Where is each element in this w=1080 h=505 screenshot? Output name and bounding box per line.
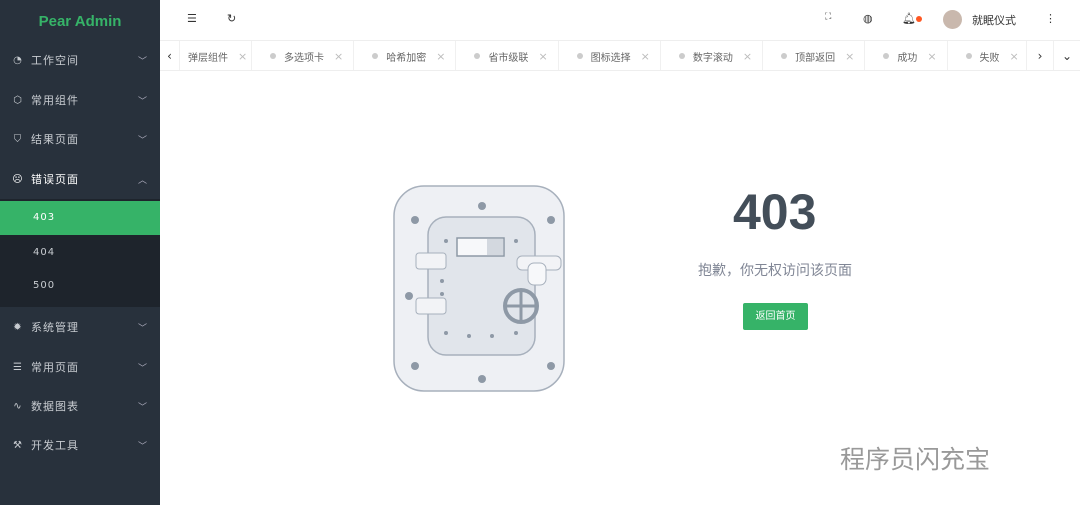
- tab[interactable]: 顶部返回 ×: [763, 41, 866, 70]
- sidebar: Pear Admin ◔ 工作空间 ﹀ ⬡ 常用组件 ﹀ ⛉ 结果页面 ﹀ ☹ 错误页面 ︿ 4…: [0, 0, 160, 505]
- sidebar-item-charts[interactable]: ∿ 数据图表 ﹀: [0, 386, 160, 426]
- tab-dot: [372, 53, 379, 59]
- header: ☰ ↻ ⛶ ◍ 🔔︎ 就眠仪式 ⋮: [160, 0, 1080, 40]
- pulse-icon: ∿: [13, 400, 23, 412]
- sidebar-item-pages[interactable]: ☰ 常用页面 ﹀: [0, 347, 160, 387]
- tools-icon: ⚒: [13, 439, 23, 451]
- sidebar-item-label: 常用组件: [31, 94, 79, 107]
- chevron-down-icon: ﹀: [137, 363, 148, 374]
- chevron-down-icon: ﹀: [137, 56, 148, 67]
- tab-dot: [270, 53, 276, 59]
- chevron-down-icon: ﹀: [137, 402, 148, 413]
- tab-layer[interactable]: 弹层组件 ×: [180, 41, 252, 70]
- sidebar-item-label: 系统管理: [31, 321, 79, 334]
- sidebar-item-components[interactable]: ⬡ 常用组件 ﹀: [0, 80, 160, 120]
- close-icon[interactable]: ×: [334, 50, 343, 63]
- chevron-down-icon: ﹀: [137, 441, 148, 452]
- layers-icon: ☰: [13, 361, 23, 373]
- theme-icon[interactable]: ◍: [863, 12, 873, 25]
- tab[interactable]: 成功 ×: [865, 41, 948, 70]
- close-icon[interactable]: ×: [436, 50, 445, 63]
- chevron-up-icon: ︿: [137, 175, 148, 186]
- sidebar-item-result[interactable]: ⛉ 结果页面 ﹀: [0, 119, 160, 159]
- bell-icon[interactable]: 🔔︎: [902, 12, 916, 25]
- close-icon[interactable]: ×: [1010, 50, 1019, 63]
- refresh-icon[interactable]: ↻: [227, 12, 236, 25]
- chevron-down-icon: ﹀: [137, 96, 148, 107]
- close-icon[interactable]: ×: [927, 50, 936, 63]
- tabs-prev-button[interactable]: ‹: [160, 41, 180, 70]
- tab[interactable]: 哈希加密 ×: [354, 41, 457, 70]
- sidebar-item-label: 错误页面: [31, 173, 79, 186]
- cube-icon: ⬡: [13, 94, 23, 106]
- tab-label: 多选项卡: [284, 52, 324, 64]
- logo: Pear Admin: [38, 13, 122, 30]
- collapse-menu-icon[interactable]: ☰: [187, 12, 197, 25]
- close-icon[interactable]: ×: [743, 50, 752, 63]
- sidebar-item-error[interactable]: ☹ 错误页面 ︿: [0, 159, 160, 199]
- tab-dot: [883, 53, 890, 59]
- tab[interactable]: 多选项卡 ×: [252, 41, 355, 70]
- dashboard-icon: ◔: [13, 54, 23, 66]
- tab-dot: [576, 53, 583, 59]
- tab-bar: ‹ 弹层组件 × 多选项卡 × 哈希加密 × 省市级联 × 图标选择 × 数字滚动 × 顶部…: [160, 40, 1080, 71]
- sidebar-item-label: 结果页面: [31, 133, 79, 146]
- tab-label: 弹层组件: [188, 52, 228, 64]
- shield-check-icon: ⛉: [13, 133, 23, 145]
- sidebar-item-label: 数据图表: [31, 400, 79, 413]
- error-message: 抱歉，你无权访问该页面: [698, 263, 852, 279]
- sidebar-item-workspace[interactable]: ◔ 工作空间 ﹀: [0, 40, 160, 80]
- tab-label: 数字滚动: [692, 52, 733, 64]
- close-icon[interactable]: ×: [238, 50, 247, 63]
- user-name[interactable]: 就眠仪式: [972, 12, 1016, 28]
- avatar[interactable]: [943, 10, 962, 29]
- fullscreen-icon[interactable]: ⛶: [825, 12, 831, 22]
- sidebar-item-system[interactable]: ✹ 系统管理 ﹀: [0, 307, 160, 347]
- tab[interactable]: 图标选择 ×: [559, 41, 661, 70]
- tab-label: 省市级联: [488, 52, 529, 64]
- sidebar-item-label: 开发工具: [31, 439, 79, 452]
- error-code: 403: [733, 184, 817, 240]
- tab[interactable]: 失败 ×: [948, 41, 1030, 70]
- notification-dot: [916, 16, 922, 22]
- tab-dot: [678, 53, 685, 59]
- chevron-down-icon: ﹀: [137, 323, 148, 334]
- sidebar-subitem-404[interactable]: 404: [0, 236, 160, 270]
- tab[interactable]: 省市级联 ×: [456, 41, 559, 70]
- back-home-button[interactable]: 返回首页: [743, 303, 808, 330]
- sidebar-item-label: 常用页面: [31, 361, 79, 374]
- tab-label: 成功: [897, 52, 918, 64]
- sidebar-subitem-500[interactable]: 500: [0, 269, 160, 303]
- sidebar-subitem-403[interactable]: 403: [0, 201, 160, 235]
- chevron-down-icon: ﹀: [137, 135, 148, 146]
- tab-dot: [965, 53, 972, 59]
- close-icon[interactable]: ×: [641, 50, 650, 63]
- sad-face-icon: ☹: [12, 173, 24, 185]
- sidebar-item-devtools[interactable]: ⚒ 开发工具 ﹀: [0, 425, 160, 465]
- tab-dot: [781, 53, 788, 59]
- tabs-dropdown-button[interactable]: ⌄: [1054, 41, 1080, 70]
- tab-label: 图标选择: [590, 52, 631, 64]
- close-icon[interactable]: ×: [538, 50, 547, 63]
- tab-label: 失败: [979, 52, 1000, 64]
- submenu: 403 404 500: [0, 199, 160, 307]
- watermark: 程序员闪充宝: [840, 445, 991, 474]
- tab-dot: [474, 53, 481, 59]
- tabs-next-button[interactable]: ›: [1026, 41, 1054, 70]
- gear-icon: ✹: [13, 321, 23, 333]
- sidebar-item-label: 工作空间: [31, 54, 79, 67]
- tab-label: 哈希加密: [386, 52, 427, 64]
- locked-door-illustration: [393, 185, 565, 392]
- tab[interactable]: 数字滚动 ×: [661, 41, 764, 70]
- close-icon[interactable]: ×: [845, 50, 854, 63]
- more-icon[interactable]: ⋮: [1045, 12, 1056, 25]
- tab-label: 顶部返回: [795, 52, 836, 64]
